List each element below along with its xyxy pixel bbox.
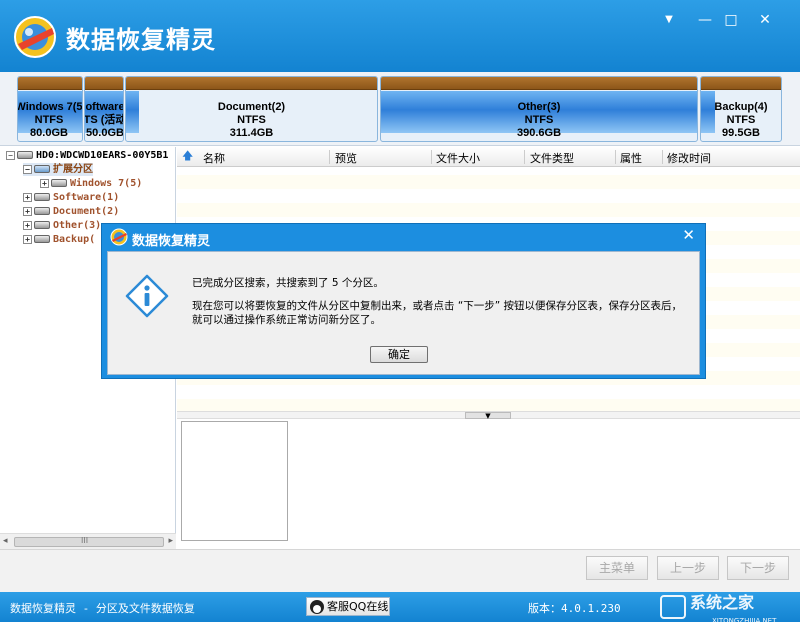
hard-disk-icon	[17, 151, 33, 159]
preview-pane	[177, 419, 800, 549]
dialog-close-button[interactable]: ✕	[682, 226, 695, 244]
app-logo-icon	[14, 16, 56, 58]
dialog-message-detail: 现在您可以将要恢复的文件从分区中复制出来，或者点击 “下一步” 按钮以便保存分区…	[192, 300, 683, 312]
partition-map: Windows 7(5 NTFS 80.0GB oftware TS (活动 50.0G…	[0, 72, 800, 146]
version-label: 版本：4.0.1.230	[528, 602, 621, 615]
partition-icon	[34, 221, 50, 229]
tree-item-label: Other(3)	[53, 220, 102, 231]
tree-item-label: Software(1)	[53, 192, 120, 203]
scrollbar-thumb[interactable]: III	[14, 536, 164, 547]
tree-item[interactable]: + Other(3)	[23, 219, 101, 232]
watermark-logo-icon	[660, 595, 686, 619]
tree-disk-row[interactable]: − HD0:WDCWD10EARS-00Y5B1	[6, 149, 168, 162]
column-attributes[interactable]: 属性	[620, 150, 642, 166]
column-modified-time[interactable]: 修改时间	[667, 150, 711, 166]
next-step-button[interactable]: 下一步	[727, 556, 789, 580]
partition-name: oftware	[85, 101, 124, 113]
tree-horizontal-scrollbar[interactable]: ◂ III ▸	[0, 533, 176, 549]
expand-icon[interactable]: +	[23, 234, 32, 244]
tree-item[interactable]: + Backup(	[23, 233, 95, 246]
partition-block[interactable]: oftware TS (活动 50.0GB	[84, 76, 124, 142]
maximize-button[interactable]: □	[720, 10, 742, 30]
partition-fs: NTFS	[726, 114, 756, 126]
qq-penguin-icon	[310, 600, 324, 614]
partition-size: 80.0GB	[30, 127, 68, 139]
app-title: 数据恢复精灵	[66, 26, 216, 54]
tree-item[interactable]: + Document(2)	[23, 205, 119, 218]
tree-item-label: Backup(	[53, 234, 96, 245]
partition-fs: NTFS	[34, 114, 64, 126]
column-name[interactable]: 名称	[203, 150, 225, 166]
column-type[interactable]: 文件类型	[530, 150, 574, 166]
dialog-message-summary: 已完成分区搜索，共搜索到了 5 个分区。	[192, 277, 384, 289]
partition-size: 50.0GB	[86, 127, 124, 139]
up-arrow-icon[interactable]: 🡅	[182, 150, 194, 162]
scroll-left-arrow-icon[interactable]: ◂	[3, 536, 8, 546]
partition-icon	[34, 165, 50, 173]
partition-name: Backup(4)	[714, 101, 768, 113]
partition-icon	[34, 235, 50, 243]
partition-fs: TS (活动	[84, 114, 124, 126]
expand-icon[interactable]: +	[23, 206, 32, 216]
status-bar: 数据恢复精灵 - 分区及文件数据恢复 客服QQ在线 版本：4.0.1.230 系…	[0, 592, 800, 625]
partition-block[interactable]: Windows 7(5 NTFS 80.0GB	[17, 76, 83, 142]
tree-item[interactable]: + Windows 7(5)	[40, 177, 142, 190]
info-dialog: 数据恢复精灵 ✕ 已完成分区搜索，共搜索到了 5 个分区。 现在您可以将要恢复的…	[101, 223, 706, 379]
dialog-message-detail-continued: 就可以通过操作系统正常访问新分区了。	[192, 314, 381, 326]
collapse-icon[interactable]: −	[6, 150, 15, 160]
partition-fs: NTFS	[237, 114, 266, 126]
column-preview[interactable]: 预览	[335, 150, 357, 166]
main-menu-button[interactable]: 主菜单	[586, 556, 648, 580]
qq-support-label: 客服QQ在线	[327, 600, 389, 613]
partition-icon	[34, 193, 50, 201]
partition-fs: NTFS	[524, 114, 554, 126]
watermark-url: XITONGZHIJIA.NET	[712, 617, 777, 625]
minimize-button[interactable]: —	[694, 10, 716, 30]
menu-dropdown-button[interactable]: ▼	[658, 10, 680, 30]
tree-item-label: Windows 7(5)	[70, 178, 143, 189]
partition-icon	[51, 179, 67, 187]
column-size[interactable]: 文件大小	[436, 150, 480, 166]
splitter-toggle-icon[interactable]: ▼	[465, 412, 511, 420]
file-list-header: 🡅 名称 预览 文件大小 文件类型 属性 修改时间	[177, 147, 800, 167]
dialog-logo-icon	[110, 228, 128, 246]
scrollbar-grip: III	[81, 536, 89, 545]
partition-name: Document(2)	[217, 101, 286, 113]
tree-extended-label: 扩展分区	[53, 164, 93, 175]
previous-step-button[interactable]: 上一步	[657, 556, 719, 580]
partition-name: Windows 7(5	[17, 101, 83, 113]
partition-size: 390.6GB	[516, 127, 562, 139]
status-text: 数据恢复精灵 - 分区及文件数据恢复	[10, 602, 195, 615]
preview-thumbnail	[181, 421, 288, 541]
expand-icon[interactable]: +	[23, 220, 32, 230]
partition-block[interactable]: Document(2) NTFS 311.4GB	[125, 76, 378, 142]
partition-block[interactable]: Backup(4) NTFS 99.5GB	[700, 76, 782, 142]
partition-size: 99.5GB	[722, 127, 760, 139]
partition-icon	[34, 207, 50, 215]
panel-splitter[interactable]: ▼	[177, 411, 800, 420]
expand-icon[interactable]: +	[40, 178, 49, 188]
ok-button[interactable]: 确定	[370, 346, 428, 363]
navigation-bar: 主菜单 上一步 下一步	[0, 549, 800, 592]
partition-block[interactable]: Other(3) NTFS 390.6GB	[380, 76, 698, 142]
collapse-icon[interactable]: −	[23, 164, 32, 174]
tree-extended-row[interactable]: − 扩展分区	[23, 163, 93, 176]
qq-support-button[interactable]: 客服QQ在线	[306, 597, 390, 616]
info-icon	[125, 274, 169, 318]
dialog-title: 数据恢复精灵	[132, 234, 211, 249]
scroll-right-arrow-icon[interactable]: ▸	[168, 536, 173, 546]
watermark: 系统之家 XITONGZHIJIA.NET	[652, 592, 800, 625]
tree-disk-label: HD0:WDCWD10EARS-00Y5B1	[36, 150, 169, 161]
partition-name: Other(3)	[517, 101, 561, 113]
tree-item-label: Document(2)	[53, 206, 120, 217]
close-button[interactable]: ✕	[754, 10, 776, 30]
tree-item[interactable]: + Software(1)	[23, 191, 119, 204]
expand-icon[interactable]: +	[23, 192, 32, 202]
partition-size: 311.4GB	[229, 127, 274, 139]
title-bar: 数据恢复精灵 ▼ — □ ✕	[0, 0, 800, 72]
dialog-body: 已完成分区搜索，共搜索到了 5 个分区。 现在您可以将要恢复的文件从分区中复制出…	[107, 251, 700, 375]
